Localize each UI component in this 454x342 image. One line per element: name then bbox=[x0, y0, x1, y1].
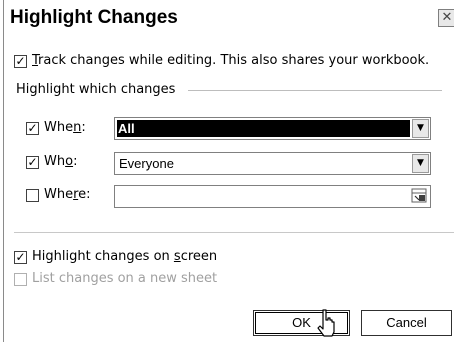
when-value: All bbox=[117, 121, 136, 136]
dropdown-arrow-icon[interactable]: ▼ bbox=[412, 119, 429, 138]
track-changes-label: Track changes while editing. This also s… bbox=[32, 53, 430, 68]
collapse-dialog-icon[interactable] bbox=[411, 187, 428, 206]
cancel-button[interactable]: Cancel bbox=[361, 310, 452, 336]
close-icon: ✕ bbox=[441, 10, 453, 25]
checkmark-icon: ✓ bbox=[27, 155, 38, 169]
checkmark-icon: ✓ bbox=[15, 250, 26, 264]
close-button[interactable]: ✕ bbox=[438, 9, 454, 27]
when-dropdown[interactable]: All ▼ bbox=[114, 117, 431, 140]
highlight-on-screen-checkbox[interactable]: ✓ bbox=[14, 251, 27, 264]
where-checkbox[interactable] bbox=[26, 189, 39, 202]
dialog-title: Highlight Changes bbox=[10, 7, 178, 28]
when-checkbox[interactable]: ✓ bbox=[26, 122, 39, 135]
who-label: Who: bbox=[44, 154, 78, 169]
highlight-changes-dialog: Highlight Changes ✕ ✓ Track changes whil… bbox=[3, 0, 454, 342]
where-range-field[interactable] bbox=[114, 185, 431, 208]
group-divider bbox=[188, 90, 442, 91]
dropdown-arrow-icon[interactable]: ▼ bbox=[412, 154, 429, 173]
who-dropdown[interactable]: Everyone ▼ bbox=[114, 152, 431, 175]
when-label: When: bbox=[44, 120, 86, 135]
highlight-which-changes-group-label: Highlight which changes bbox=[16, 82, 176, 97]
title-bar[interactable]: Highlight Changes ✕ bbox=[4, 0, 454, 34]
mouse-pointer-icon bbox=[317, 309, 335, 337]
selection-highlight bbox=[117, 120, 410, 137]
highlight-on-screen-label: Highlight changes on screen bbox=[32, 249, 218, 264]
checkmark-icon: ✓ bbox=[27, 121, 38, 135]
where-label: Where: bbox=[44, 187, 91, 202]
who-checkbox[interactable]: ✓ bbox=[26, 156, 39, 169]
who-value: Everyone bbox=[119, 156, 174, 171]
track-changes-checkbox[interactable]: ✓ bbox=[14, 55, 27, 68]
list-on-new-sheet-label: List changes on a new sheet bbox=[32, 271, 218, 286]
section-divider bbox=[14, 232, 454, 233]
checkmark-icon: ✓ bbox=[15, 54, 26, 68]
list-on-new-sheet-checkbox bbox=[14, 273, 27, 286]
